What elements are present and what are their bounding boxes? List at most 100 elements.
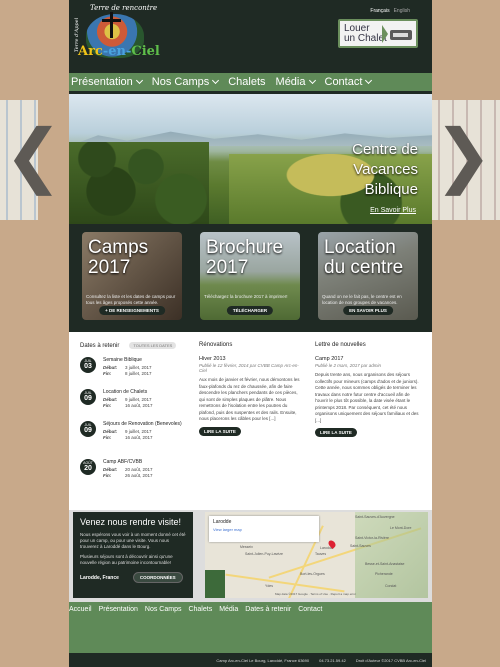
map-place-label: Bort-les-Orgues [300,572,325,576]
event-details: Séjours de Renovation (Benevoles) Début: 9… [103,421,182,451]
footer-link-dates[interactable]: Dates à retenir [245,606,291,613]
main-nav: Présentation Nos Camps Chalets Média Con… [69,73,432,91]
map-info-card: Larodde View larger map [209,516,319,542]
footer: Accueil Présentation Nos Camps Chalets M… [69,602,432,667]
footer-link-contact[interactable]: Contact [298,606,322,613]
footer-link-chalets[interactable]: Chalets [188,606,212,613]
event-item[interactable]: JUIL 09 Location de Chalets Début: 9 juillet… [80,389,185,413]
google-map[interactable]: Saint-Sauves-d'Auvergne Le Mont-Dore Sai… [205,512,428,598]
rent-chalet-button[interactable]: Louer un Chalet [338,19,418,48]
date-day: 20 [84,465,92,472]
card-camps[interactable]: Camps 2017 Consultez la liste et les date… [82,232,182,320]
nav-item-chalets[interactable]: Chalets [228,76,265,88]
card-title-line: Brochure [206,237,284,258]
cross-icon [102,12,121,38]
end-label: Fin: [103,435,112,440]
nav-label: Nos Camps [151,76,210,88]
event-title[interactable]: Location de Chalets [103,389,153,395]
renovations-post-title[interactable]: Hiver 2013 [199,356,304,362]
newsletter-read-more-button[interactable]: LIRE LA SUITE [315,428,357,437]
date-day: 09 [84,427,92,434]
event-item[interactable]: JUIL 03 Semaine Biblique Début: 3 juillet, 2… [80,357,185,381]
hero-title: Centre de Vacances Biblique [352,140,418,200]
lang-francais[interactable]: Français [370,8,389,14]
visit-location: Larodde, France [80,574,119,581]
logo-name: Arc-en-Ciel [78,44,160,59]
renovations-post-body: Aux mois de janvier et février, nous dém… [199,377,300,421]
card-brochure-button[interactable]: TÉLÉCHARGER [226,306,274,315]
map-place-label: Ydes [265,584,273,588]
event-title[interactable]: Séjours de Renovation (Benevoles) [103,421,182,427]
event-end-row: Fin: 26 août, 2017 [103,473,153,479]
footer-address: Camp Arc-en-Ciel Le Bourg, Laroddé, Fran… [216,657,310,663]
chalet-icon [390,30,412,40]
date-day: 03 [84,363,92,370]
newsletter-post-title[interactable]: Camp 2017 [315,356,423,362]
view-larger-map-link[interactable]: View larger map [213,527,315,532]
map-road [225,573,345,593]
card-title-line: du centre [324,257,404,278]
renovations-post-meta: Publié le 12 février, 2014 par CVBB Camp… [199,363,299,373]
nav-item-presentation[interactable]: Présentation [71,76,143,88]
footer-link-presentation[interactable]: Présentation [99,606,138,613]
event-item[interactable]: AOÛT 20 Camp ABF/CVBB Début: 20 août, 2017 Fi… [80,459,185,483]
logo-name-part: Arc [78,44,103,59]
hero-slider: Centre de Vacances Biblique En Savoir Pl… [69,94,432,224]
site-logo[interactable]: Terre de rencontre Terre d'Appel Arc-en-… [72,2,162,68]
chevron-right-icon[interactable]: ❯ [434,120,493,190]
arrow-right-icon [382,25,388,43]
nav-item-media[interactable]: Média [275,76,316,88]
map-place-label: Condat [385,584,397,588]
card-title-line: Camps [88,237,149,258]
card-location[interactable]: Location du centre Quand on ne le fait pa… [318,232,418,320]
footer-link-nos-camps[interactable]: Nos Camps [145,606,182,613]
lang-english[interactable]: English [394,8,410,14]
event-item[interactable]: JUIL 09 Séjours de Renovation (Benevoles) D… [80,421,185,451]
event-end-row: Fin: 16 août, 2017 [103,435,182,441]
card-title: Brochure 2017 [206,238,283,278]
card-title-line: Location [324,237,396,258]
nav-label: Média [275,76,306,88]
visit-box: Venez nous rendre visite! Nous espérons … [73,512,193,598]
nav-item-contact[interactable]: Contact [325,76,373,88]
event-details: Camp ABF/CVBB Début: 20 août, 2017 Fin: 26 a… [103,459,153,483]
all-dates-button[interactable]: TOUTES LES DATES [129,342,177,349]
hero-more-link[interactable]: En Savoir Plus [370,207,416,214]
nav-label: Chalets [228,76,266,88]
newsletter-post-body: Depuis trente ans, nous organisons des s… [315,372,419,423]
event-end: 8 juillet, 2017 [125,371,152,376]
chevron-down-icon [308,76,316,85]
chevron-down-icon [212,76,220,85]
events-list: JUIL 03 Semaine Biblique Début: 3 juillet, 2… [80,357,185,483]
nav-item-nos-camps[interactable]: Nos Camps [151,76,220,88]
hero-title-line: Biblique [364,181,418,198]
chevron-down-icon [135,76,143,85]
event-start: 9 juillet, 2017 [125,429,152,434]
card-text: Consultez la liste et les dates de camps… [86,294,176,305]
visit-heading: Venez nous rendre visite! [80,517,182,527]
card-text: Quand on ne le fait pas, le centre est e… [322,294,402,305]
map-place-label: Le Mont-Dore [390,526,412,530]
dates-heading-row: Dates à retenir TOUTES LES DATES [80,342,185,349]
event-start: 20 août, 2017 [125,467,153,472]
event-title[interactable]: Camp ABF/CVBB [103,459,153,465]
card-title-line: 2017 [206,257,249,278]
renovations-column: Rénovations Hiver 2013 Publié le 12 févr… [199,342,304,436]
end-label: Fin: [103,371,112,376]
coordinates-button[interactable]: COORDONNÉES [132,572,183,583]
slider-next-area[interactable]: ❯ [432,100,500,220]
card-location-button[interactable]: EN SAVOIR PLUS [343,306,393,315]
renovations-read-more-button[interactable]: LIRE LA SUITE [199,426,241,436]
event-title[interactable]: Semaine Biblique [103,357,152,363]
nav-label: Présentation [71,76,133,88]
map-satellite-toggle[interactable] [205,570,225,598]
footer-phone: 04.73.21.59.42 [319,657,346,663]
footer-link-accueil[interactable]: Accueil [69,606,92,613]
card-camps-button[interactable]: + DE RENSEIGNEMENTS [99,306,165,315]
chevron-left-icon[interactable]: ❮ [4,120,63,190]
card-brochure[interactable]: Brochure 2017 Téléchargez la brochure 201… [200,232,300,320]
feature-cards: Camps 2017 Consultez la liste et les date… [69,224,432,332]
slider-prev-area[interactable]: ❮ [0,100,63,220]
footer-link-media[interactable]: Média [219,606,238,613]
map-place-label: Saint-Sauves-d'Auvergne [355,515,395,519]
